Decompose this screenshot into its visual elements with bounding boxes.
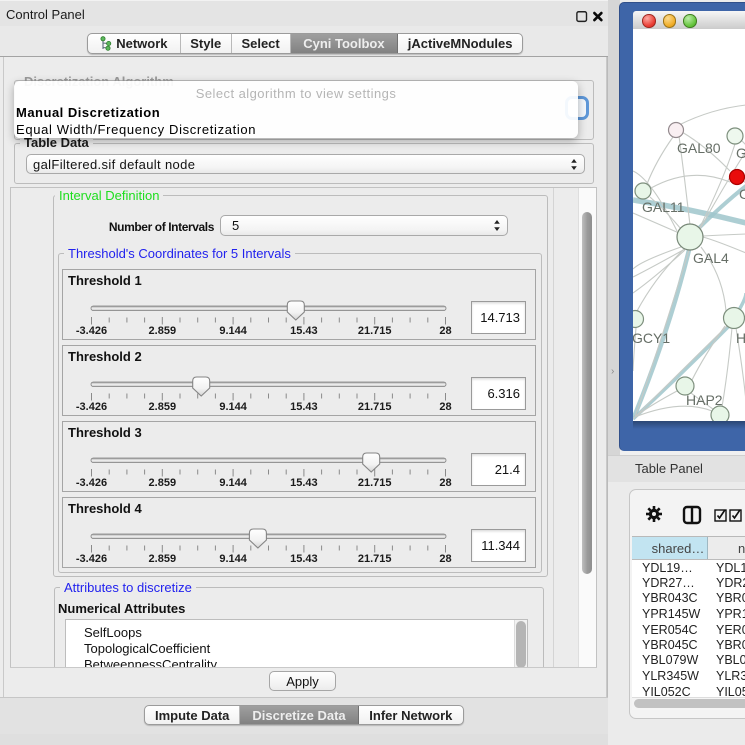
- svg-text:GAL80: GAL80: [677, 140, 721, 156]
- svg-text:21.715: 21.715: [358, 477, 392, 489]
- svg-text:2.859: 2.859: [149, 477, 177, 489]
- svg-text:21.715: 21.715: [358, 553, 392, 565]
- svg-text:GCY1: GCY1: [633, 330, 670, 346]
- svg-text:28: 28: [439, 401, 451, 413]
- svg-text:GAL11: GAL11: [642, 199, 685, 215]
- svg-text:9.144: 9.144: [219, 401, 247, 413]
- svg-text:GAL4: GAL4: [693, 250, 729, 266]
- svg-text:15.43: 15.43: [290, 477, 318, 489]
- svg-text:28: 28: [439, 325, 451, 337]
- svg-text:28: 28: [439, 553, 451, 565]
- svg-text:28: 28: [439, 477, 451, 489]
- svg-text:HAP2: HAP2: [686, 392, 723, 408]
- svg-text:15.43: 15.43: [290, 325, 318, 337]
- svg-text:9.144: 9.144: [219, 477, 247, 489]
- svg-text:-3.426: -3.426: [76, 553, 107, 565]
- svg-text:GA: GA: [736, 145, 745, 161]
- svg-text:15.43: 15.43: [290, 553, 318, 565]
- svg-text:2.859: 2.859: [149, 401, 177, 413]
- svg-text:-3.426: -3.426: [76, 477, 107, 489]
- svg-text:21.715: 21.715: [358, 325, 392, 337]
- svg-text:2.859: 2.859: [149, 325, 177, 337]
- svg-text:21.715: 21.715: [358, 401, 392, 413]
- svg-text:2.859: 2.859: [149, 553, 177, 565]
- svg-text:-3.426: -3.426: [76, 401, 107, 413]
- svg-text:-3.426: -3.426: [76, 325, 107, 337]
- svg-text:9.144: 9.144: [219, 553, 247, 565]
- svg-text:H: H: [736, 330, 745, 346]
- svg-text:9.144: 9.144: [219, 325, 247, 337]
- svg-text:C: C: [739, 186, 745, 202]
- svg-text:15.43: 15.43: [290, 401, 318, 413]
